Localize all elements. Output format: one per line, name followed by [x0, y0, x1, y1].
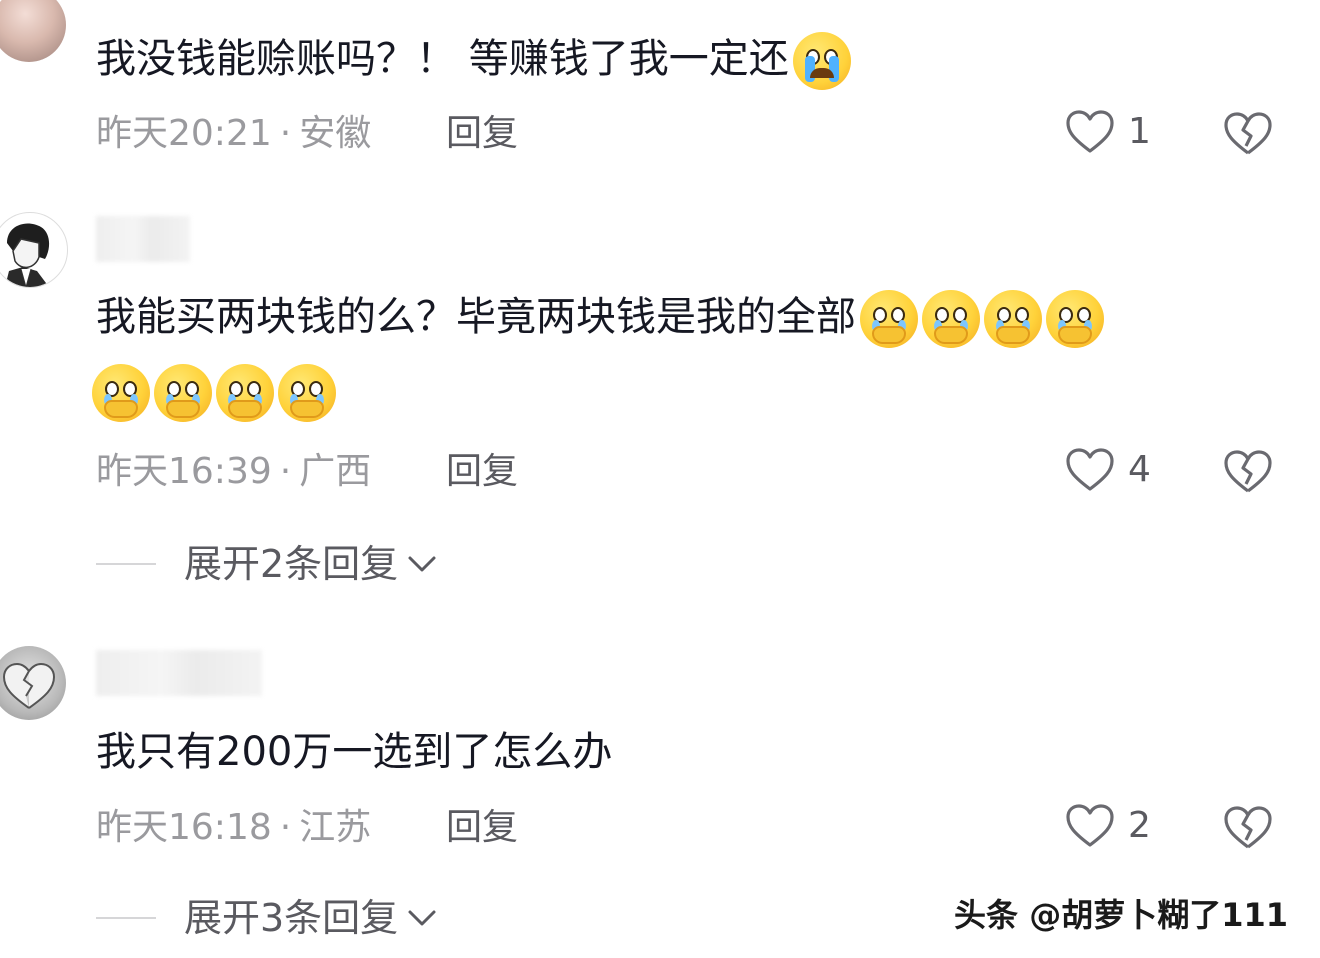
expand-replies-label: 展开2条回复	[184, 542, 399, 586]
avatar[interactable]	[0, 646, 66, 720]
username-redacted	[96, 650, 262, 696]
comment-emoji-line	[92, 364, 336, 422]
holding-back-tears-emoji-icon	[92, 364, 150, 422]
comment-text: 我只有200万一选到了怎么办	[96, 729, 613, 775]
comment-location: 江苏	[299, 807, 372, 848]
holding-back-tears-emoji-icon	[860, 290, 918, 348]
like-button[interactable]: 1	[1064, 108, 1151, 156]
expand-replies-button[interactable]: 展开3条回复	[96, 896, 440, 940]
reply-button[interactable]: 回复	[446, 450, 518, 494]
reply-button[interactable]: 回复	[446, 806, 518, 850]
dislike-button[interactable]	[1222, 804, 1274, 856]
expand-replies-button[interactable]: 展开2条回复	[96, 542, 440, 586]
broken-heart-icon	[1224, 112, 1272, 155]
avatar[interactable]	[0, 0, 66, 62]
loudly-crying-emoji-icon	[792, 32, 851, 90]
avatar[interactable]	[0, 212, 68, 288]
comment-meta: 昨天20:21 · 安徽	[96, 112, 371, 156]
emoji-group	[860, 290, 1104, 348]
emoji-group	[792, 32, 851, 90]
like-count: 4	[1128, 449, 1151, 490]
holding-back-tears-emoji-icon	[922, 290, 980, 348]
holding-back-tears-emoji-icon	[278, 364, 336, 422]
comment-time: 昨天16:39	[96, 451, 272, 492]
comment-location: 安徽	[299, 113, 372, 154]
comment-text: 我能买两块钱的么？毕竟两块钱是我的全部	[96, 290, 1104, 348]
reply-button[interactable]: 回复	[446, 112, 518, 156]
emoji-group	[92, 364, 336, 422]
meta-separator: ·	[279, 807, 292, 848]
comment-meta: 昨天16:18 · 江苏	[96, 806, 371, 850]
like-count: 1	[1128, 111, 1151, 152]
broken-heart-icon	[1224, 450, 1272, 493]
like-button[interactable]: 4	[1064, 446, 1151, 494]
avatar-sketch-icon	[5, 223, 50, 287]
holding-back-tears-emoji-icon	[1046, 290, 1104, 348]
divider-line	[96, 917, 156, 919]
like-button[interactable]: 2	[1064, 802, 1151, 850]
comment-time: 昨天20:21	[96, 113, 272, 154]
meta-separator: ·	[279, 113, 292, 154]
comment-location: 广西	[299, 451, 372, 492]
username-redacted	[96, 216, 190, 262]
heart-icon	[1066, 110, 1114, 153]
dislike-button[interactable]	[1222, 110, 1274, 162]
watermark: 头条 @胡萝卜糊了111	[954, 896, 1288, 934]
holding-back-tears-emoji-icon	[154, 364, 212, 422]
dislike-button[interactable]	[1222, 448, 1274, 500]
meta-separator: ·	[279, 451, 292, 492]
comment-meta: 昨天16:39 · 广西	[96, 450, 371, 494]
expand-replies-label: 展开3条回复	[184, 896, 399, 940]
broken-heart-avatar-icon	[2, 662, 56, 709]
broken-heart-icon	[1224, 806, 1272, 849]
comment-time: 昨天16:18	[96, 807, 272, 848]
comment-text: 我没钱能赊账吗？！ 等赚钱了我一定还	[96, 32, 851, 90]
chevron-down-icon	[408, 910, 436, 926]
divider-line	[96, 563, 156, 565]
like-count: 2	[1128, 805, 1151, 846]
chevron-down-icon	[408, 556, 436, 572]
heart-icon	[1066, 448, 1114, 491]
comment-list: 我没钱能赊账吗？！ 等赚钱了我一定还 昨天20:21 · 安徽 回复 1 我能买两块…	[0, 0, 1320, 958]
heart-icon	[1066, 804, 1114, 847]
holding-back-tears-emoji-icon	[984, 290, 1042, 348]
holding-back-tears-emoji-icon	[216, 364, 274, 422]
